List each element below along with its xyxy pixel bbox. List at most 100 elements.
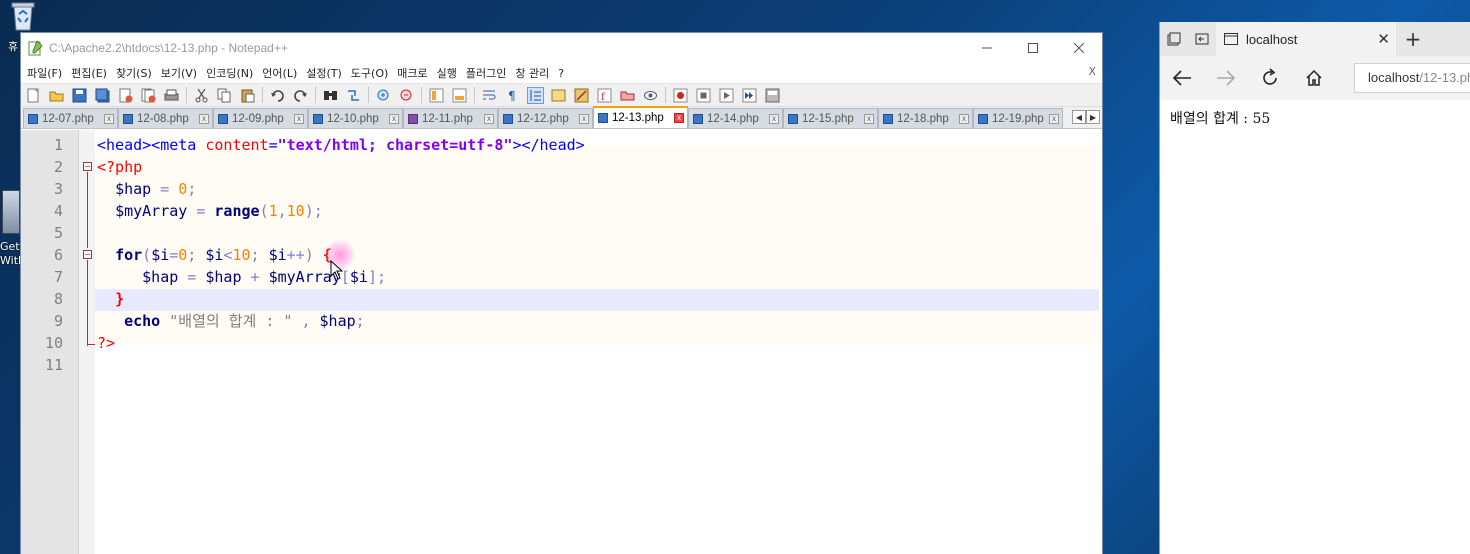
find-icon[interactable] [322,87,339,104]
menu-language[interactable]: 언어(L) [260,65,304,81]
folder-workspace-icon[interactable] [619,87,636,104]
menu-tools[interactable]: 도구(O) [349,65,395,81]
replace-icon[interactable] [345,87,362,104]
tab-label: 12-14.php [707,112,759,125]
tab-close-icon[interactable]: x [104,113,114,124]
new-file-icon[interactable] [25,87,42,104]
tab-close-icon[interactable]: x [959,113,969,124]
fold-collapse-icon[interactable]: − [83,250,92,259]
document-tab[interactable]: 12-08.php x [118,108,213,128]
tab-close-icon[interactable]: x [674,113,684,123]
close-all-icon[interactable] [140,87,157,104]
word-wrap-icon[interactable] [481,87,498,104]
new-tab-button[interactable]: + [1396,22,1430,56]
document-tab-active[interactable]: 12-13.php x [593,106,688,128]
sync-horizontal-icon[interactable] [451,87,468,104]
save-state-icon [503,113,513,124]
code-line-6: for($i=0; $i<10; $i++) { [97,244,332,266]
address-path: /12-13.php [1419,70,1470,85]
macro-stop-icon[interactable] [695,87,712,104]
tab-close-icon[interactable]: x [199,113,209,124]
document-tab[interactable]: 12-18.php x [878,108,973,128]
indent-guide-icon[interactable] [527,86,544,104]
save-icon[interactable] [71,87,88,104]
tab-label: 12-11.php [422,112,473,125]
undo-icon[interactable] [269,87,286,104]
tab-label: 12-12.php [517,112,569,125]
document-tab[interactable]: 12-12.php x [498,108,593,128]
close-button[interactable] [1056,33,1102,63]
line-number: 11 [44,356,63,374]
forward-arrow-icon[interactable] [1204,56,1248,100]
set-tabs-aside-icon[interactable] [1188,22,1216,56]
tab-scroll-left-icon[interactable]: ◀ [1072,110,1086,124]
menu-search[interactable]: 찾기(S) [114,65,159,81]
title-bar[interactable]: C:\Apache2.2\htdocs\12-13.php - Notepad+… [21,33,1102,63]
macro-record-icon[interactable] [672,87,689,104]
refresh-icon[interactable] [1248,56,1292,100]
document-tab[interactable]: 12-19.php x [973,108,1063,128]
back-arrow-icon[interactable] [1160,56,1204,100]
tab-close-icon[interactable]: x [389,113,399,124]
save-all-icon[interactable] [94,87,111,104]
show-all-chars-icon[interactable]: ¶ [504,87,521,104]
fold-collapse-icon[interactable]: − [83,162,92,171]
redo-icon[interactable] [292,87,309,104]
tab-close-icon[interactable]: x [1049,113,1059,124]
zoom-out-icon[interactable] [398,87,415,104]
menu-plugins[interactable]: 플러그인 [464,65,513,81]
menu-macro[interactable]: 매크로 [395,65,434,81]
menu-edit[interactable]: 편집(E) [69,65,114,81]
toolbar-separator [474,87,475,103]
user-language-icon[interactable] [550,87,567,104]
monitoring-icon[interactable] [642,87,659,104]
macro-run-multiple-icon[interactable] [741,87,758,104]
document-tab[interactable]: 12-11.php x [403,108,498,128]
macro-play-icon[interactable] [718,87,735,104]
cut-icon[interactable] [193,87,210,104]
notepad-plus-plus-window: C:\Apache2.2\htdocs\12-13.php - Notepad+… [20,32,1103,554]
zoom-in-icon[interactable] [375,87,392,104]
tab-scroll-right-icon[interactable]: ▶ [1086,110,1100,124]
recycle-bin-icon[interactable] [6,0,40,32]
macro-save-icon[interactable] [764,87,781,104]
menu-help[interactable]: ? [556,67,571,80]
function-list-icon[interactable]: f [596,87,613,104]
sync-vertical-icon[interactable] [428,87,445,104]
tab-close-icon[interactable]: x [864,113,874,124]
paste-icon[interactable] [239,87,256,104]
get-started-label-line1: Get [0,240,20,253]
code-editor[interactable]: 1 2 3 4 5 6 7 8 9 10 11 − − <head><meta … [21,130,1102,554]
menu-view[interactable]: 보기(V) [159,65,204,81]
tab-manager-icon[interactable] [1160,22,1188,56]
doc-map-icon[interactable] [573,87,590,104]
get-started-icon[interactable] [2,190,20,234]
tab-close-icon[interactable]: x [579,113,589,124]
menu-run[interactable]: 실행 [435,65,464,81]
code-text-area[interactable]: <head><meta content="text/html; charset=… [95,130,1102,554]
document-tab[interactable]: 12-10.php x [308,108,403,128]
minimize-button[interactable] [964,33,1010,63]
close-file-icon[interactable] [117,87,134,104]
home-icon[interactable] [1292,56,1336,100]
menu-file[interactable]: 파일(F) [25,65,69,81]
menu-window[interactable]: 창 관리 [513,65,556,81]
menu-settings[interactable]: 설정(T) [304,65,349,81]
copy-icon[interactable] [216,87,233,104]
variable-token: $i [151,246,170,264]
document-tab[interactable]: 12-14.php x [688,108,783,128]
tab-close-icon[interactable]: x [484,113,494,124]
browser-tab-close-icon[interactable]: ✕ [1377,30,1390,48]
maximize-button[interactable] [1010,33,1056,63]
address-bar[interactable]: localhost/12-13.php [1354,63,1470,93]
browser-tab-active[interactable]: localhost ✕ [1216,22,1396,56]
document-tab[interactable]: 12-15.php x [783,108,878,128]
print-icon[interactable] [163,87,180,104]
open-file-icon[interactable] [48,87,65,104]
tab-close-icon[interactable]: x [294,113,304,124]
document-tab[interactable]: 12-07.php x [23,108,118,128]
document-tab[interactable]: 12-09.php x [213,108,308,128]
menu-encoding[interactable]: 인코딩(N) [204,65,260,81]
close-document-button[interactable]: X [1088,65,1096,78]
tab-close-icon[interactable]: x [769,113,779,124]
